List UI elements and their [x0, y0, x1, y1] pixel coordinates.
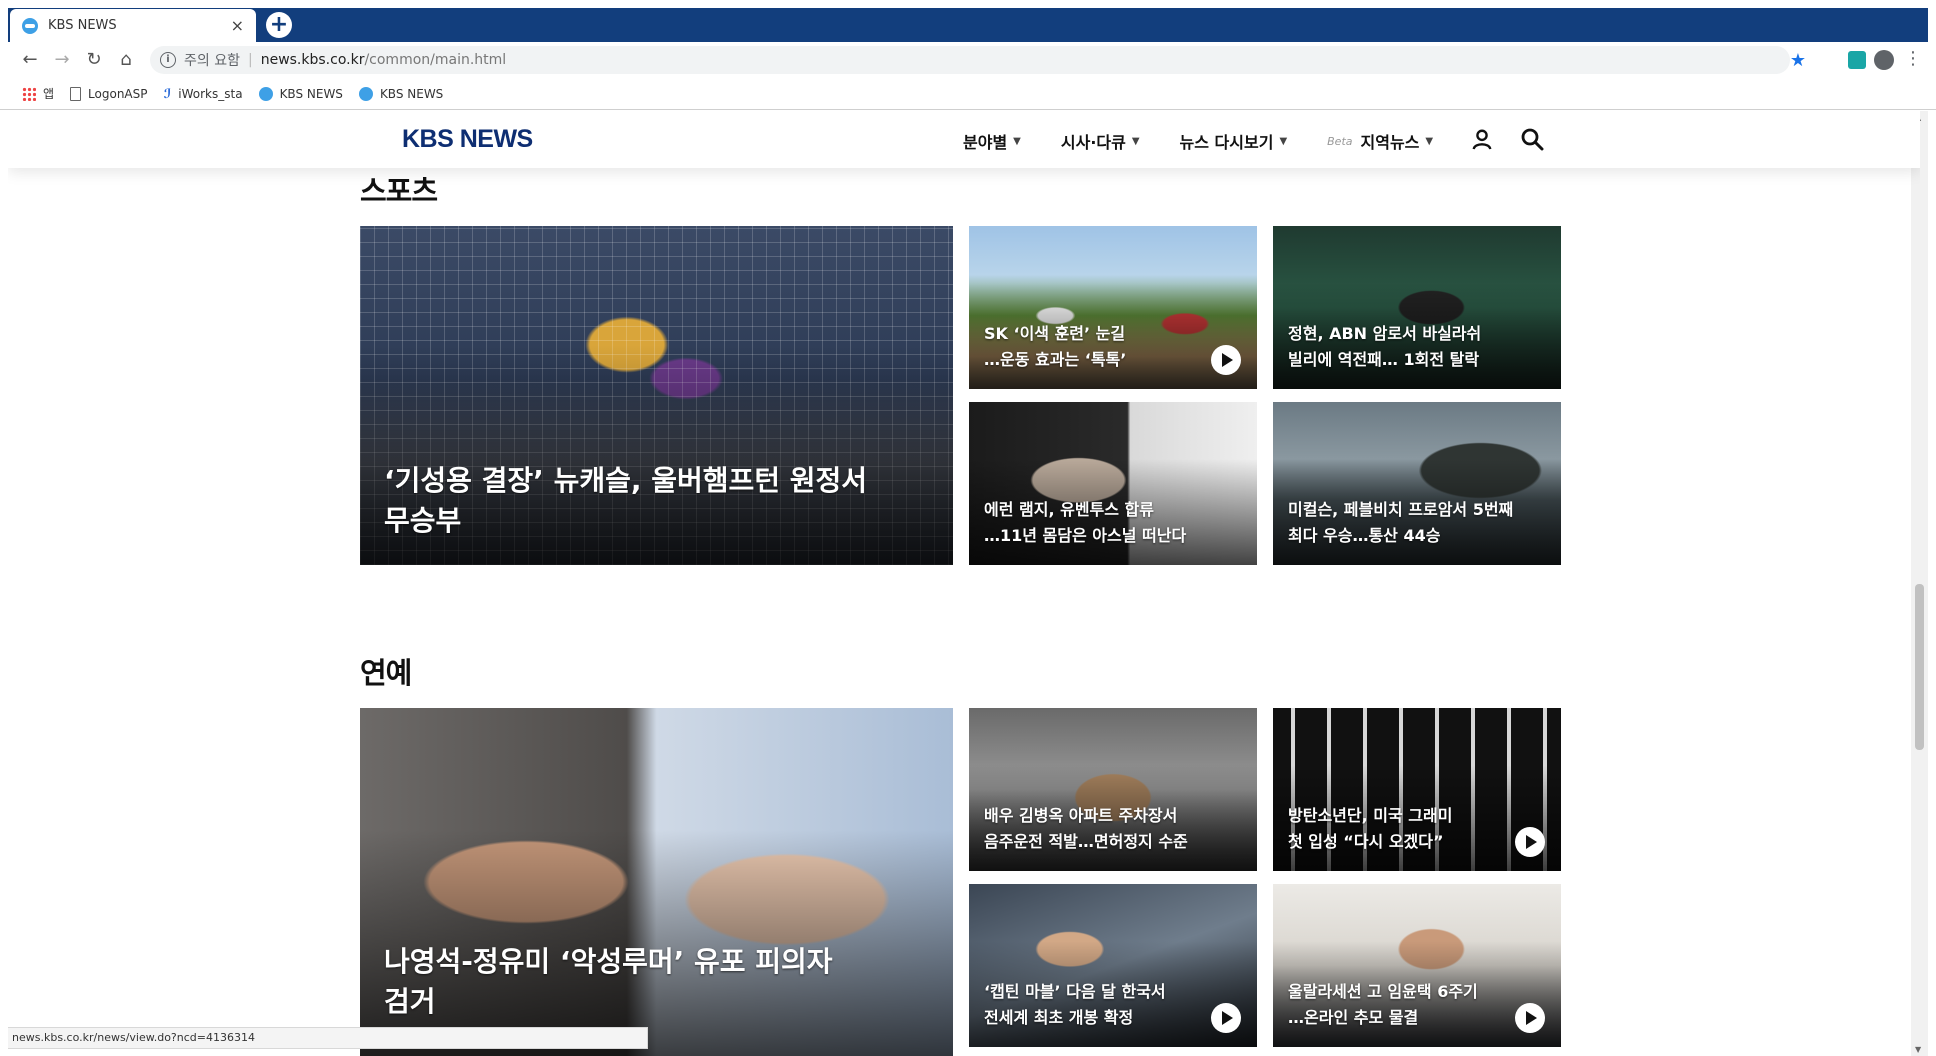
omnibox-divider: | [247, 52, 253, 68]
browser-menu-icon[interactable]: ⋮ [1904, 48, 1922, 69]
url-path: /common/main.html [364, 52, 507, 68]
kbs-news-logo[interactable]: KBS NEWS [402, 125, 533, 154]
entertainment-card-3[interactable]: ‘캡틴 마블’ 다음 달 한국서 전세계 최초 개봉 확정 [969, 884, 1257, 1047]
info-icon[interactable]: i [160, 52, 176, 68]
beta-badge: Beta [1327, 134, 1353, 148]
entertainment-card-1[interactable]: 배우 김병옥 아파트 주차장서 음주운전 적발…면허정지 수준 [969, 708, 1257, 871]
scrollbar-thumb[interactable] [1915, 584, 1924, 750]
security-warning-text: 주의 요함 [184, 53, 240, 69]
profile-avatar-icon[interactable] [1874, 50, 1894, 70]
forward-arrow-icon[interactable]: → [50, 48, 74, 72]
headline: 미컬슨, 페블비치 프로암서 5번째 최다 우승…통산 44승 [1288, 500, 1514, 545]
bookmark-iworks[interactable]: ℐ iWorks_sta [163, 86, 243, 102]
play-icon[interactable] [1211, 1003, 1241, 1033]
kbs-favicon-icon [358, 86, 373, 101]
chevron-down-icon: ▼ [1131, 135, 1140, 147]
tab-title: KBS NEWS [48, 18, 117, 33]
reload-icon[interactable]: ↻ [82, 48, 106, 72]
nav-label: 분야별 [963, 133, 1008, 152]
back-arrow-icon[interactable]: ← [18, 48, 42, 72]
nav-item-current-affairs[interactable]: 시사·다큐 ▼ [1061, 129, 1140, 153]
bookmark-kbs-news-1[interactable]: KBS NEWS [258, 86, 343, 101]
new-tab-button[interactable]: + [266, 12, 292, 38]
headline: 정현, ABN 암로서 바실라쉬 빌리에 역전패… 1회전 탈락 [1288, 324, 1482, 369]
url-host: news.kbs.co.kr [260, 52, 365, 68]
scroll-down-arrow-icon[interactable]: ▼ [1915, 1045, 1921, 1054]
browser-tab-kbs-news[interactable]: KBS NEWS × [10, 9, 256, 42]
headline: 나영석-정유미 ‘악성루머’ 유포 피의자 검거 [384, 945, 833, 1018]
nav-label: 지역뉴스 [1360, 133, 1420, 152]
browser-tab-strip: KBS NEWS × + [0, 0, 1936, 42]
sports-card-1[interactable]: SK ‘이색 훈련’ 눈길 …운동 효과는 ‘톡톡’ [969, 226, 1257, 389]
sports-main-card[interactable]: ‘기성용 결장’ 뉴캐슬, 울버햄프턴 원정서 무승부 [360, 226, 953, 565]
iworks-logo-icon: ℐ [163, 86, 172, 102]
main-navigation: 분야별 ▼ 시사·다큐 ▼ 뉴스 다시보기 ▼ Beta 지역뉴스 ▼ [963, 129, 1473, 153]
headline: 방탄소년단, 미국 그래미 첫 입성 “다시 오겠다” [1288, 806, 1453, 851]
headline: 에런 램지, 유벤투스 합류 …11년 몸담은 아스널 떠난다 [984, 500, 1187, 545]
headline: ‘기성용 결장’ 뉴캐슬, 울버햄프턴 원정서 무승부 [384, 464, 868, 537]
play-icon[interactable] [1515, 827, 1545, 857]
headline: SK ‘이색 훈련’ 눈길 …운동 효과는 ‘톡톡’ [984, 324, 1127, 369]
close-tab-icon[interactable]: × [231, 16, 244, 35]
entertainment-card-2[interactable]: 방탄소년단, 미국 그래미 첫 입성 “다시 오겠다” [1273, 708, 1561, 871]
page-icon [70, 86, 82, 101]
chevron-down-icon: ▼ [1425, 135, 1434, 147]
kbs-favicon-icon [22, 17, 38, 34]
bookmarks-bar: 앱 LogonASP ℐ iWorks_sta KBS NEWS KBS NEW… [0, 78, 1936, 110]
section-title-entertainment: 연예 [360, 656, 412, 690]
address-bar: ← → ↻ ⌂ i 주의 요함 | news.kbs.co.kr /common… [0, 42, 1936, 78]
entertainment-main-card[interactable]: 나영석-정유미 ‘악성루머’ 유포 피의자 검거 [360, 708, 953, 1056]
tab-strip-background [8, 8, 1928, 42]
apps-grid-icon [22, 86, 36, 101]
entertainment-card-4[interactable]: 울랄라세션 고 임윤택 6주기 …온라인 추모 물결 [1273, 884, 1561, 1047]
bookmark-apps[interactable]: 앱 [22, 85, 54, 102]
extension-icon[interactable] [1848, 51, 1866, 69]
bookmark-label: 앱 [43, 87, 55, 101]
kbs-favicon-icon [258, 86, 273, 101]
nav-item-category[interactable]: 분야별 ▼ [963, 129, 1021, 153]
nav-item-regional-news[interactable]: Beta 지역뉴스 ▼ [1327, 129, 1433, 153]
bookmark-label: KBS NEWS [279, 86, 343, 101]
sports-card-3[interactable]: 에런 램지, 유벤투스 합류 …11년 몸담은 아스널 떠난다 [969, 402, 1257, 565]
headline: 배우 김병옥 아파트 주차장서 음주운전 적발…면허정지 수준 [984, 806, 1188, 851]
bookmark-label: KBS NEWS [379, 86, 444, 101]
play-icon[interactable] [1515, 1003, 1545, 1033]
search-icon[interactable] [1520, 127, 1544, 151]
nav-label: 시사·다큐 [1060, 133, 1126, 152]
page-viewport: KBS NEWS 분야별 ▼ 시사·다큐 ▼ 뉴스 다시보기 ▼ Beta 지역… [8, 111, 1920, 1056]
section-title-sports: 스포츠 [360, 174, 438, 208]
chevron-down-icon: ▼ [1013, 135, 1021, 147]
bookmark-logonasp[interactable]: LogonASP [70, 86, 148, 101]
headline: 울랄라세션 고 임윤택 6주기 …온라인 추모 물결 [1288, 982, 1478, 1027]
nav-item-news-replay[interactable]: 뉴스 다시보기 ▼ [1180, 129, 1288, 153]
user-icon[interactable] [1471, 128, 1493, 150]
chevron-down-icon: ▼ [1279, 135, 1288, 147]
headline: ‘캡틴 마블’ 다음 달 한국서 전세계 최초 개봉 확정 [984, 982, 1166, 1027]
vertical-scrollbar[interactable]: ▲ ▼ [1911, 111, 1928, 1056]
nav-label: 뉴스 다시보기 [1179, 133, 1274, 152]
link-status-bar: news.kbs.co.kr/news/view.do?ncd=4136314 [8, 1027, 648, 1049]
sports-card-4[interactable]: 미컬슨, 페블비치 프로암서 5번째 최다 우승…통산 44승 [1273, 402, 1561, 565]
bookmark-label: iWorks_sta [178, 86, 243, 101]
url-omnibox[interactable]: i 주의 요함 | news.kbs.co.kr /common/main.ht… [150, 46, 1790, 74]
home-icon[interactable]: ⌂ [114, 48, 138, 72]
bookmark-label: LogonASP [88, 86, 148, 101]
play-icon[interactable] [1211, 345, 1241, 375]
site-header: KBS NEWS 분야별 ▼ 시사·다큐 ▼ 뉴스 다시보기 ▼ Beta 지역… [8, 111, 1920, 168]
bookmark-star-icon[interactable]: ★ [1790, 50, 1806, 71]
sports-card-2[interactable]: 정현, ABN 암로서 바실라쉬 빌리에 역전패… 1회전 탈락 [1273, 226, 1561, 389]
bookmark-kbs-news-2[interactable]: KBS NEWS [358, 86, 444, 101]
